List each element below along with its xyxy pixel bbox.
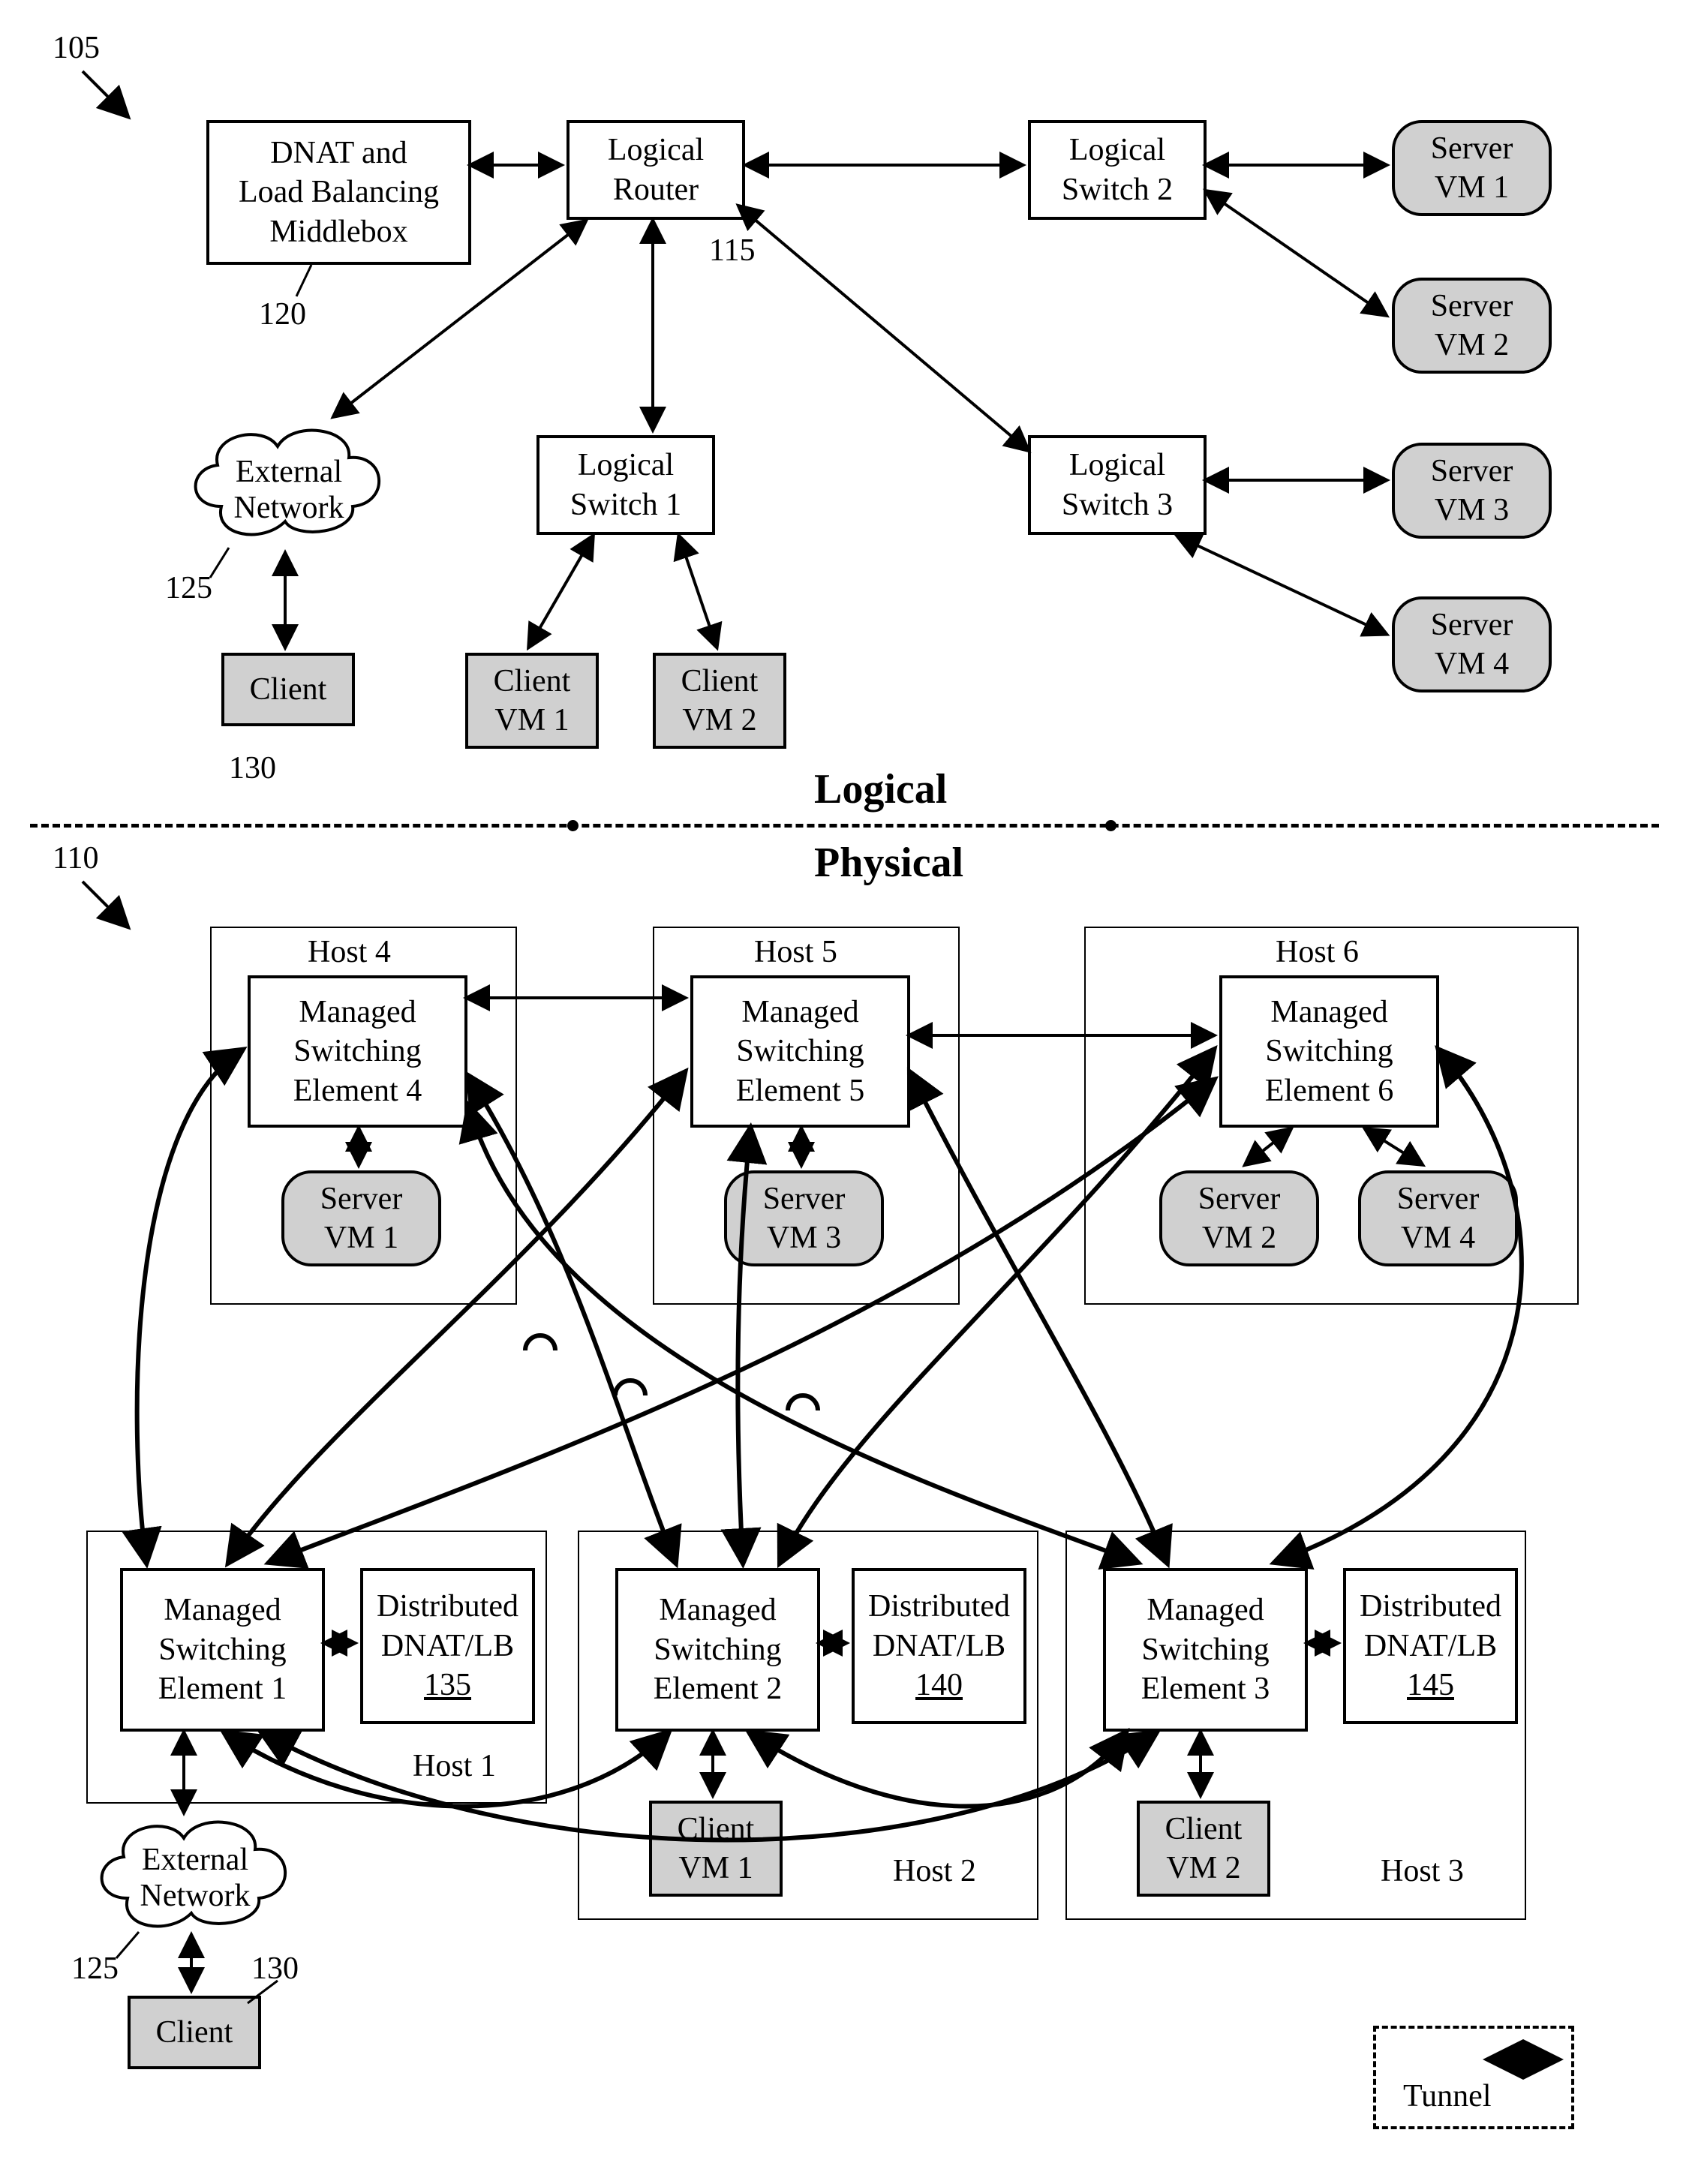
diagram-canvas: 105 DNAT and Load Balancing Middlebox Lo… xyxy=(0,0,1689,2184)
physical-arrows xyxy=(0,0,1689,2184)
